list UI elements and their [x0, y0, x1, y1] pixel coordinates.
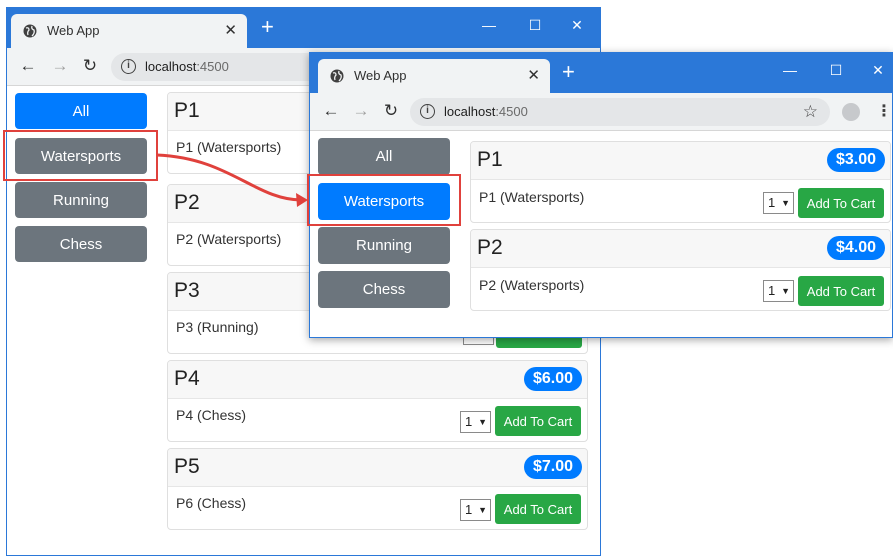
product-name: P5	[174, 455, 200, 478]
close-window-icon[interactable]: ✕	[868, 62, 888, 79]
product-card: P5 $7.00 P6 (Chess) 1 ▼ Add To Cart	[167, 448, 588, 530]
product-name: P2	[174, 191, 200, 214]
forward-icon[interactable]: →	[352, 102, 370, 120]
new-tab-button[interactable]: +	[261, 16, 274, 38]
add-to-cart-button[interactable]: Add To Cart	[798, 188, 884, 218]
price-badge: $7.00	[523, 455, 582, 479]
browser-tab[interactable]: Web App ✕	[318, 59, 550, 93]
site-info-icon[interactable]: i	[121, 59, 136, 74]
add-to-cart-button[interactable]: Add To Cart	[798, 276, 884, 306]
product-description: P2 (Watersports)	[176, 231, 282, 247]
dropdown-arrow-icon: ▼	[478, 505, 487, 515]
product-name: P4	[174, 367, 200, 390]
price-badge: $3.00	[826, 148, 885, 172]
dropdown-arrow-icon: ▼	[781, 286, 790, 296]
new-tab-button[interactable]: +	[562, 61, 575, 83]
browser-tab[interactable]: Web App ✕	[11, 14, 247, 48]
product-card: P1 $3.00 P1 (Watersports) 1 ▼ Add To Cart	[470, 141, 891, 223]
price-badge: $6.00	[523, 367, 582, 391]
product-description: P4 (Chess)	[176, 407, 247, 423]
url-text: localhost:4500	[444, 104, 528, 119]
address-bar: ← → ↻ i localhost:4500 ☆ ⋮	[310, 93, 892, 131]
tab-close-icon[interactable]: ✕	[224, 21, 237, 39]
globe-icon	[330, 69, 344, 83]
quantity-select[interactable]: 1 ▼	[460, 411, 491, 433]
product-name: P2	[477, 236, 503, 259]
close-window-icon[interactable]: ✕	[567, 17, 587, 34]
reload-icon[interactable]: ↻	[382, 102, 400, 120]
product-description: P3 (Running)	[176, 319, 259, 335]
site-info-icon[interactable]: i	[420, 104, 435, 119]
forward-icon[interactable]: →	[51, 57, 69, 75]
title-bar: Web App ✕ + — ☐ ✕	[310, 53, 892, 93]
category-chess-button[interactable]: Chess	[15, 226, 147, 262]
back-icon[interactable]: ←	[19, 57, 37, 75]
category-all-button[interactable]: All	[15, 93, 147, 129]
product-description: P1 (Watersports)	[479, 189, 585, 205]
category-chess-button[interactable]: Chess	[318, 271, 450, 308]
menu-icon[interactable]: ⋮	[876, 101, 892, 121]
tab-title: Web App	[354, 68, 407, 83]
category-running-button[interactable]: Running	[15, 182, 147, 218]
quantity-select[interactable]: 1 ▼	[763, 280, 794, 302]
quantity-select[interactable]: 1 ▼	[763, 192, 794, 214]
minimize-icon[interactable]: —	[479, 17, 499, 33]
dropdown-arrow-icon: ▼	[478, 417, 487, 427]
dropdown-arrow-icon: ▼	[781, 198, 790, 208]
tab-close-icon[interactable]: ✕	[527, 66, 540, 84]
product-card: P2 $4.00 P2 (Watersports) 1 ▼ Add To Cart	[470, 229, 891, 311]
product-description: P1 (Watersports)	[176, 139, 282, 155]
category-running-button[interactable]: Running	[318, 227, 450, 264]
product-name: P1	[174, 99, 200, 122]
minimize-icon[interactable]: —	[780, 62, 800, 78]
category-all-button[interactable]: All	[318, 138, 450, 175]
url-text: localhost:4500	[145, 59, 229, 74]
product-description: P6 (Chess)	[176, 495, 247, 511]
title-bar: Web App ✕ + — ☐ ✕	[7, 8, 600, 48]
bookmark-star-icon[interactable]: ☆	[803, 102, 818, 122]
profile-avatar-icon[interactable]	[842, 103, 860, 121]
product-name: P1	[477, 148, 503, 171]
add-to-cart-button[interactable]: Add To Cart	[495, 494, 581, 524]
annotation-highlight-back	[3, 130, 158, 181]
quantity-select[interactable]: 1 ▼	[460, 499, 491, 521]
product-name: P3	[174, 279, 200, 302]
product-card: P4 $6.00 P4 (Chess) 1 ▼ Add To Cart	[167, 360, 588, 442]
add-to-cart-button[interactable]: Add To Cart	[495, 406, 581, 436]
reload-icon[interactable]: ↻	[81, 57, 99, 75]
price-badge: $4.00	[826, 236, 885, 260]
url-field[interactable]: i localhost:4500 ☆	[410, 98, 830, 126]
back-icon[interactable]: ←	[322, 102, 340, 120]
maximize-icon[interactable]: ☐	[525, 17, 545, 34]
annotation-highlight-front	[307, 174, 461, 226]
tab-title: Web App	[47, 23, 100, 38]
globe-icon	[23, 24, 37, 38]
maximize-icon[interactable]: ☐	[826, 62, 846, 79]
product-description: P2 (Watersports)	[479, 277, 585, 293]
